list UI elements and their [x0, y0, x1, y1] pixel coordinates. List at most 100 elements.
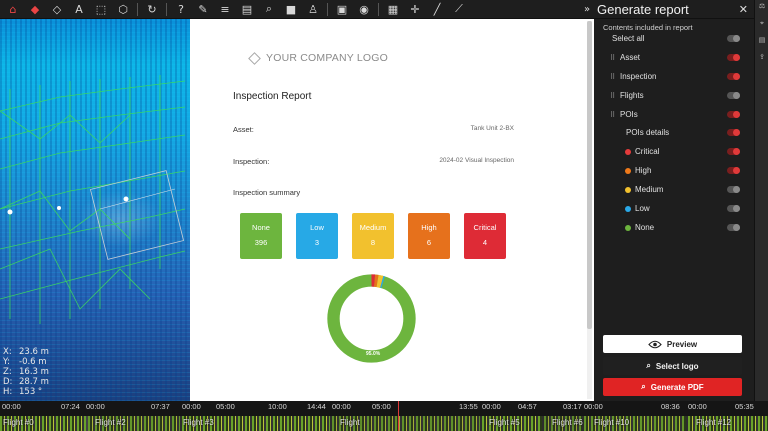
cube-white-icon[interactable]: ◇	[46, 1, 68, 18]
timeline-time-label: 05:00	[372, 402, 391, 411]
pois-details-toggle[interactable]	[727, 129, 740, 136]
search-icon: ⌕	[646, 361, 651, 370]
camera-icon[interactable]: ◉	[353, 1, 375, 18]
pencil-icon[interactable]: ✎	[192, 1, 214, 18]
select-logo-button[interactable]: ⌕ Select logo	[603, 357, 742, 375]
3d-viewport[interactable]: X: 23.6 m Y: -0.6 m Z: 16.3 m D: 28.7 m H: 153 °	[0, 19, 190, 401]
timeline-time-label: 00:00	[182, 402, 201, 411]
preview-scrollbar-thumb[interactable]	[587, 21, 592, 329]
home-icon[interactable]: ⌂	[2, 1, 24, 18]
close-icon[interactable]: ✕	[739, 3, 748, 16]
help-icon[interactable]: ?	[170, 1, 192, 18]
ruler-icon[interactable]: ⟋	[448, 1, 470, 18]
poi-level-low[interactable]: Low	[594, 202, 754, 215]
report-preview-document[interactable]: YOUR COMPANY LOGO Inspection Report Asse…	[190, 19, 594, 401]
poi-level-none[interactable]: None	[594, 221, 754, 234]
poi-level-toggle[interactable]	[727, 224, 740, 231]
preview-scrollbar[interactable]	[587, 21, 592, 399]
scale-icon[interactable]: ⚖	[755, 2, 768, 17]
section-option-toggle[interactable]	[727, 92, 740, 99]
collapse-panel-icon[interactable]: »	[580, 4, 594, 15]
zoom-icon[interactable]: ⌕	[258, 1, 280, 18]
timeline-flight-label[interactable]: Flight #10	[594, 418, 629, 427]
section-option-flights[interactable]: ⠿ Flights	[594, 89, 754, 102]
poi-level-critical[interactable]: Critical	[594, 145, 754, 158]
sync-icon[interactable]: ↻	[141, 1, 163, 18]
text-tool-icon[interactable]: A	[68, 1, 90, 18]
preview-button[interactable]: Preview	[603, 335, 742, 353]
pois-details-option[interactable]: POIs details	[594, 126, 754, 139]
coordinate-key: X:	[3, 347, 12, 357]
coordinate-key: D:	[3, 377, 13, 387]
drag-handle-icon[interactable]: ⠿	[610, 111, 615, 119]
pin-icon[interactable]: ⌖	[755, 19, 768, 34]
drag-handle-icon[interactable]: ⠿	[610, 92, 615, 100]
coordinate-row: H: 153 °	[3, 387, 49, 397]
section-option-inspection[interactable]: ⠿ Inspection	[594, 70, 754, 83]
side-icon-strip: ⚖ ⌖ ▤ ⇪	[754, 0, 768, 401]
timeline-flight-label[interactable]: Flight #5	[489, 418, 520, 427]
section-option-toggle[interactable]	[727, 111, 740, 118]
timeline-playhead[interactable]	[398, 401, 399, 431]
section-option-toggle[interactable]	[727, 54, 740, 61]
poi-level-high[interactable]: High	[594, 164, 754, 177]
box-tool-icon[interactable]: ⬡	[112, 1, 134, 18]
video-icon[interactable]: ■	[280, 1, 302, 18]
section-option-label: POIs	[620, 110, 638, 119]
document-icon[interactable]: ▤	[755, 36, 768, 51]
layers-icon[interactable]: ▤	[236, 1, 258, 18]
timeline-time-label: 13:55	[459, 402, 478, 411]
coordinate-value: 16.3 m	[19, 367, 49, 377]
donut-percentage-label: 95.0%	[366, 351, 381, 357]
timeline-flight-label[interactable]: Flight #0	[3, 418, 34, 427]
poi-level-label: None	[635, 223, 655, 232]
section-option-pois[interactable]: ⠿ POIs	[594, 108, 754, 121]
poi-level-medium[interactable]: Medium	[594, 183, 754, 196]
toolbar-separator	[378, 2, 379, 16]
frame-tool-icon[interactable]: ⬚	[90, 1, 112, 18]
poi-level-toggle[interactable]	[727, 186, 740, 193]
toolbar-separator	[137, 2, 138, 16]
generate-pdf-label: Generate PDF	[650, 382, 704, 392]
poi-level-label: High	[635, 166, 652, 175]
section-option-toggle[interactable]	[727, 73, 740, 80]
severity-card-count: 3	[314, 238, 320, 247]
grid-icon[interactable]: ▦	[382, 1, 404, 18]
upload-icon[interactable]: ⇪	[755, 53, 768, 68]
app-window: ⌂ ◆ ◇ A ⬚ ⬡ ↻? ✎ ≡ ▤ ⌕ ■ ♙ ▣ ◉ ▦ ✛ ╱ ⟋ X…	[0, 0, 768, 431]
timeline-flight-label[interactable]: Flight #6	[552, 418, 583, 427]
severity-card-critical: Critical 4	[464, 213, 506, 259]
timeline-flight-label[interactable]: Flight #2	[95, 418, 126, 427]
calendar-icon[interactable]: ▣	[331, 1, 353, 18]
crosshair-icon[interactable]: ✛	[404, 1, 426, 18]
flight-timeline[interactable]: 00:00 07:24 00:00 07:37 00:00 05:00 10:00 14:44…	[0, 401, 768, 431]
timeline-flight-label[interactable]: Flight #3	[183, 418, 214, 427]
select-all-option[interactable]: Select all	[594, 32, 754, 45]
severity-card-none: None 396	[240, 213, 282, 259]
poi-level-toggle[interactable]	[727, 205, 740, 212]
severity-card-label: High	[421, 223, 437, 232]
cube-red-icon[interactable]: ◆	[24, 1, 46, 18]
person-icon[interactable]: ♙	[302, 1, 324, 18]
poi-level-toggle[interactable]	[727, 167, 740, 174]
timeline-flight-label[interactable]: Flight	[340, 418, 360, 427]
sliders-icon[interactable]: ≡	[214, 1, 236, 18]
inspection-value: 2024-02 Visual Inspection	[439, 157, 514, 164]
line-icon[interactable]: ╱	[426, 1, 448, 18]
timeline-flight-label[interactable]: Flight #12	[696, 418, 731, 427]
select-all-toggle[interactable]	[727, 35, 740, 42]
poi-level-toggle[interactable]	[727, 148, 740, 155]
company-logo-placeholder: YOUR COMPANY LOGO	[248, 51, 388, 65]
coordinate-value: 23.6 m	[19, 347, 49, 357]
drag-handle-icon[interactable]: ⠿	[610, 54, 615, 62]
drag-handle-icon[interactable]: ⠿	[610, 73, 615, 81]
panel-title: Generate report	[597, 1, 689, 17]
severity-card-count: 4	[482, 238, 488, 247]
severity-card-high: High 6	[408, 213, 450, 259]
severity-card-label: Low	[310, 223, 324, 232]
generate-pdf-button[interactable]: ⌕ Generate PDF	[603, 378, 742, 396]
preview-button-label: Preview	[666, 339, 698, 349]
donut-medium-slice	[376, 274, 384, 288]
structure-wireframe	[0, 75, 186, 324]
section-option-asset[interactable]: ⠿ Asset	[594, 51, 754, 64]
